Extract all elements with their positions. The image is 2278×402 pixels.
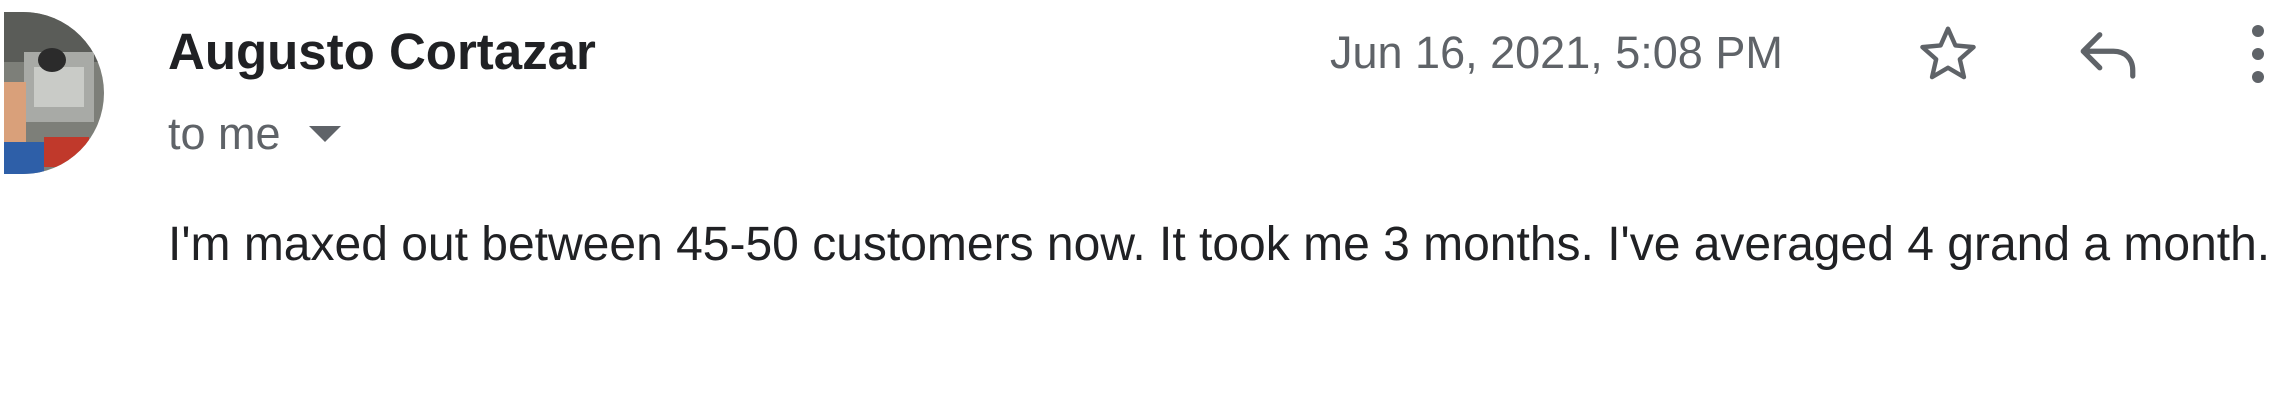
star-outline-icon [1920,26,1976,80]
email-message: Augusto Cortazar to me Jun 16, 2021, 5:0… [0,0,2278,402]
recipient-label: to me [168,108,281,159]
sender-name: Augusto Cortazar [168,23,596,80]
sender-avatar[interactable] [4,12,104,174]
star-button[interactable] [1908,14,1988,94]
avatar-photo-icon [4,12,104,174]
reply-button[interactable] [2068,14,2148,94]
reply-icon [2080,32,2136,79]
recipient-details-toggle[interactable]: to me [168,104,343,164]
caret-down-icon[interactable] [307,123,343,145]
email-timestamp: Jun 16, 2021, 5:08 PM [1330,27,1783,78]
more-options-button[interactable] [2228,14,2278,94]
email-body: I'm maxed out between 45-50 customers no… [168,218,2271,271]
more-vertical-icon [2252,25,2264,83]
